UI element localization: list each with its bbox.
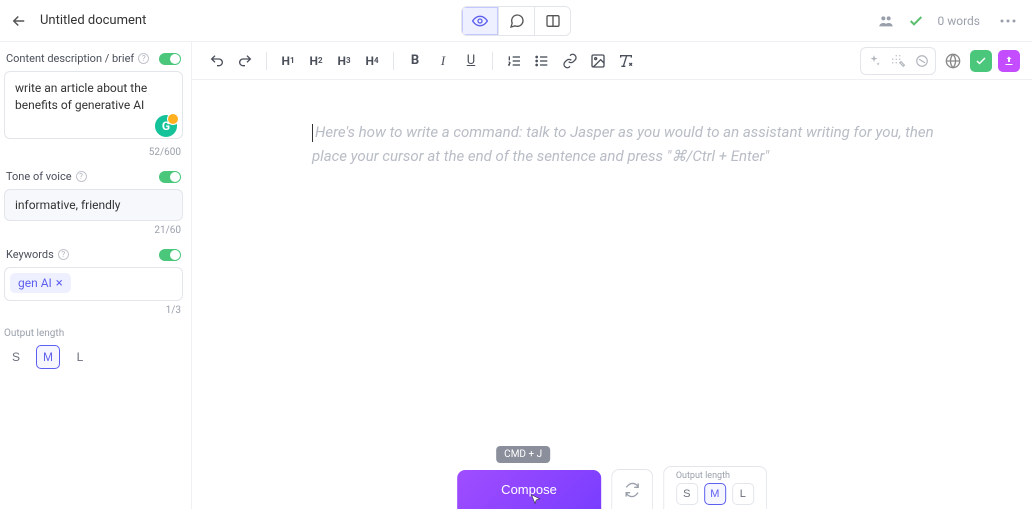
help-icon[interactable]: ?: [76, 171, 87, 182]
help-icon[interactable]: ?: [138, 53, 149, 64]
keywords-counter: 1/3: [4, 305, 181, 316]
size-m-button[interactable]: M: [36, 345, 60, 369]
undo-button[interactable]: [204, 48, 230, 74]
brief-counter: 52/600: [4, 147, 181, 158]
saved-checkmark-icon: [908, 13, 924, 29]
compose-button[interactable]: Compose: [457, 470, 601, 509]
italic-button[interactable]: I: [430, 48, 456, 74]
eye-view-button[interactable]: [462, 7, 498, 35]
editor-placeholder: Here's how to write a command: talk to J…: [312, 120, 952, 168]
tone-toggle[interactable]: [159, 171, 181, 183]
keyword-chip: gen AI ×: [10, 273, 71, 293]
bottom-output-length: Output length S M L: [663, 466, 767, 509]
circle-icon[interactable]: [911, 50, 933, 72]
upload-badge-icon[interactable]: [998, 50, 1020, 72]
unordered-list-button[interactable]: [529, 48, 555, 74]
keywords-toggle[interactable]: [159, 249, 181, 261]
wand-icon[interactable]: [887, 50, 909, 72]
link-button[interactable]: [557, 48, 583, 74]
size-s-button[interactable]: S: [4, 345, 28, 369]
split-view-button[interactable]: [534, 7, 570, 35]
ai-sparkle-icon[interactable]: [863, 50, 885, 72]
more-menu-button[interactable]: [994, 17, 1022, 25]
redo-button[interactable]: [232, 48, 258, 74]
app-header: Untitled document 0 words: [0, 0, 1032, 42]
output-length-group: S M L: [4, 345, 183, 369]
tone-input[interactable]: [4, 189, 183, 221]
regenerate-button[interactable]: [611, 469, 653, 509]
back-arrow[interactable]: [10, 12, 28, 30]
bottom-output-length-label: Output length: [676, 471, 754, 481]
word-count: 0 words: [938, 14, 981, 28]
shield-check-icon[interactable]: [970, 50, 992, 72]
bold-button[interactable]: B: [402, 48, 428, 74]
editor-pane: H1 H2 H3 H4 B I U: [192, 42, 1032, 509]
tone-label: Tone of voice ?: [6, 170, 87, 183]
brief-toggle[interactable]: [159, 53, 181, 65]
document-title[interactable]: Untitled document: [40, 13, 146, 28]
remove-chip-icon[interactable]: ×: [56, 277, 63, 290]
keywords-input[interactable]: gen AI ×: [4, 267, 183, 301]
keywords-label: Keywords ?: [6, 248, 69, 261]
settings-sidebar: Content description / brief ? G 52/600 T…: [0, 42, 192, 509]
size-l-button[interactable]: L: [68, 345, 92, 369]
underline-button[interactable]: U: [458, 48, 484, 74]
h4-button[interactable]: H4: [359, 48, 385, 74]
h3-button[interactable]: H3: [331, 48, 357, 74]
editor-body[interactable]: Here's how to write a command: talk to J…: [192, 80, 1032, 509]
tone-counter: 21/60: [4, 225, 181, 236]
cursor-icon: [529, 493, 543, 507]
bottom-size-m-button[interactable]: M: [704, 483, 726, 505]
clear-format-button[interactable]: [613, 48, 639, 74]
bottom-size-l-button[interactable]: L: [732, 483, 754, 505]
image-button[interactable]: [585, 48, 611, 74]
compose-bar: CMD + J Compose Output length S M L: [457, 466, 767, 509]
view-mode-switcher: [461, 6, 571, 36]
shortcut-hint: CMD + J: [496, 446, 550, 463]
globe-icon[interactable]: [942, 50, 964, 72]
h1-button[interactable]: H1: [275, 48, 301, 74]
brief-label: Content description / brief ?: [6, 52, 149, 65]
ordered-list-button[interactable]: [501, 48, 527, 74]
bottom-size-s-button[interactable]: S: [676, 483, 698, 505]
h2-button[interactable]: H2: [303, 48, 329, 74]
chat-view-button[interactable]: [498, 7, 534, 35]
editor-toolbar: H1 H2 H3 H4 B I U: [192, 42, 1032, 80]
help-icon[interactable]: ?: [58, 249, 69, 260]
output-length-label: Output length: [4, 328, 183, 339]
collaborators-icon[interactable]: [878, 13, 894, 29]
